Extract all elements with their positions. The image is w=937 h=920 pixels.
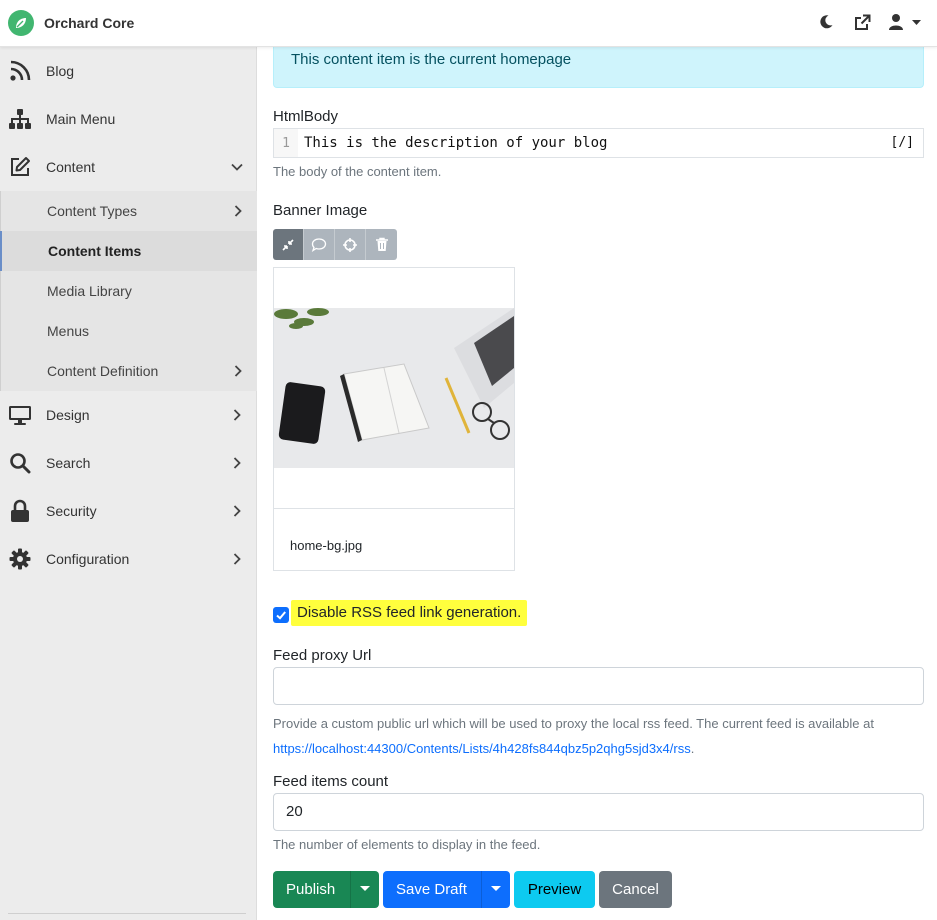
chevron-right-icon <box>230 456 244 470</box>
feed-proxy-label: Feed proxy Url <box>273 647 372 664</box>
feed-items-count-label: Feed items count <box>273 773 389 790</box>
sidebar-subitem-label: Menus <box>47 323 90 339</box>
sidebar-subitem-content-definition[interactable]: Content Definition <box>0 351 257 391</box>
sidebar-item-label: Design <box>46 407 90 423</box>
publish-dropdown-button[interactable] <box>350 871 379 908</box>
sidebar-item-blog[interactable]: Blog <box>0 47 257 95</box>
chevron-right-icon <box>230 504 244 518</box>
cancel-button[interactable]: Cancel <box>599 871 672 908</box>
chevron-down-icon <box>230 160 244 174</box>
sidebar-item-configuration[interactable]: Configuration <box>0 535 257 583</box>
feed-proxy-input[interactable] <box>273 667 924 705</box>
sidebar-item-label: Configuration <box>46 551 130 567</box>
leaf-icon <box>8 10 34 36</box>
comment-icon <box>311 237 327 252</box>
chevron-right-icon <box>231 204 245 218</box>
sidebar-subitem-label: Content Definition <box>47 363 159 379</box>
sidebar-item-content[interactable]: Content <box>0 143 257 191</box>
banner-image-label: Banner Image <box>273 202 368 219</box>
caption-button[interactable] <box>304 229 335 260</box>
homepage-alert: This content item is the current homepag… <box>273 40 924 88</box>
brand[interactable]: Orchard Core <box>8 9 134 37</box>
caret-down-icon <box>360 886 370 891</box>
check-icon <box>276 611 286 620</box>
media-card[interactable]: home-bg.jpg <box>273 267 515 571</box>
sidebar-subitem-label: Content Items <box>48 243 142 259</box>
external-link-icon[interactable] <box>851 11 873 33</box>
anchor-button[interactable] <box>335 229 366 260</box>
disable-rss-label[interactable]: Disable RSS feed link generation. <box>291 600 528 626</box>
top-bar: Orchard Core <box>0 0 937 47</box>
rss-feed-link[interactable]: https://localhost:44300/Contents/Lists/4… <box>273 741 691 756</box>
media-file-name: home-bg.jpg <box>290 538 363 553</box>
brand-name: Orchard Core <box>44 15 135 31</box>
chevron-right-icon <box>230 552 244 566</box>
save-draft-button-group: Save Draft <box>383 871 510 908</box>
line-number: 1 <box>274 129 298 157</box>
sidebar-subitem-label: Media Library <box>47 283 132 299</box>
htmlbody-label: HtmlBody <box>273 108 339 125</box>
sidebar-subitem-media-library[interactable]: Media Library <box>0 271 257 311</box>
sitemap-icon <box>8 107 32 131</box>
publish-button-group: Publish <box>273 871 379 908</box>
sidebar-item-label: Content <box>46 159 96 175</box>
moon-icon[interactable] <box>815 11 837 33</box>
compress-icon <box>282 238 294 251</box>
user-icon[interactable] <box>887 11 923 33</box>
sidebar-item-security[interactable]: Security <box>0 487 257 535</box>
banner-thumbnail <box>274 308 514 468</box>
htmlbody-editor[interactable]: 1 This is the description of your blog [… <box>273 128 924 158</box>
htmlbody-code[interactable]: This is the description of your blog <box>304 135 607 151</box>
trash-icon <box>375 237 388 251</box>
sidebar-subitem-content-types[interactable]: Content Types <box>0 191 257 231</box>
source-toggle-button[interactable]: [/] <box>891 135 914 150</box>
preview-button[interactable]: Preview <box>514 871 595 908</box>
rss-icon <box>8 59 32 83</box>
gear-icon <box>8 547 32 571</box>
search-icon <box>8 451 32 475</box>
htmlbody-hint: The body of the content item. <box>273 164 442 179</box>
publish-button[interactable]: Publish <box>286 881 335 898</box>
sidebar-subitem-content-items[interactable]: Content Items <box>0 231 257 271</box>
delete-media-button[interactable] <box>366 229 397 260</box>
sidebar-item-search[interactable]: Search <box>0 439 257 487</box>
crosshair-icon <box>343 237 357 252</box>
feed-proxy-hint-text: Provide a custom public url which will b… <box>273 716 874 731</box>
sidebar-item-label: Blog <box>46 63 75 79</box>
sidebar-subitem-menus[interactable]: Menus <box>0 311 257 351</box>
sidebar-item-label: Search <box>46 455 91 471</box>
disable-rss-checkbox[interactable] <box>273 607 289 623</box>
sidebar-item-label: Security <box>46 503 97 519</box>
sidebar-item-label: Main Menu <box>46 111 116 127</box>
sidebar-subitem-label: Content Types <box>47 203 138 219</box>
sidebar-item-design[interactable]: Design <box>0 391 257 439</box>
caret-down-icon <box>491 886 501 891</box>
feed-items-count-hint: The number of elements to display in the… <box>273 837 541 852</box>
chevron-right-icon <box>231 364 245 378</box>
save-draft-dropdown-button[interactable] <box>481 871 510 908</box>
sidebar-item-main-menu[interactable]: Main Menu <box>0 95 257 143</box>
feed-proxy-hint-suffix: . <box>690 741 695 756</box>
collapse-button[interactable] <box>273 229 304 260</box>
lock-icon <box>8 499 32 523</box>
feed-items-count-input[interactable]: 20 <box>273 793 924 831</box>
feed-proxy-hint: Provide a custom public url which will b… <box>273 711 924 761</box>
save-draft-button[interactable]: Save Draft <box>396 881 467 898</box>
edit-icon <box>8 155 32 179</box>
sidebar-divider <box>8 913 246 914</box>
media-toolbar <box>273 229 397 260</box>
media-card-divider <box>274 508 514 509</box>
chevron-right-icon <box>230 408 244 422</box>
sidebar: Blog Main Menu Content Content Types Con… <box>0 47 257 920</box>
monitor-icon <box>8 403 32 427</box>
